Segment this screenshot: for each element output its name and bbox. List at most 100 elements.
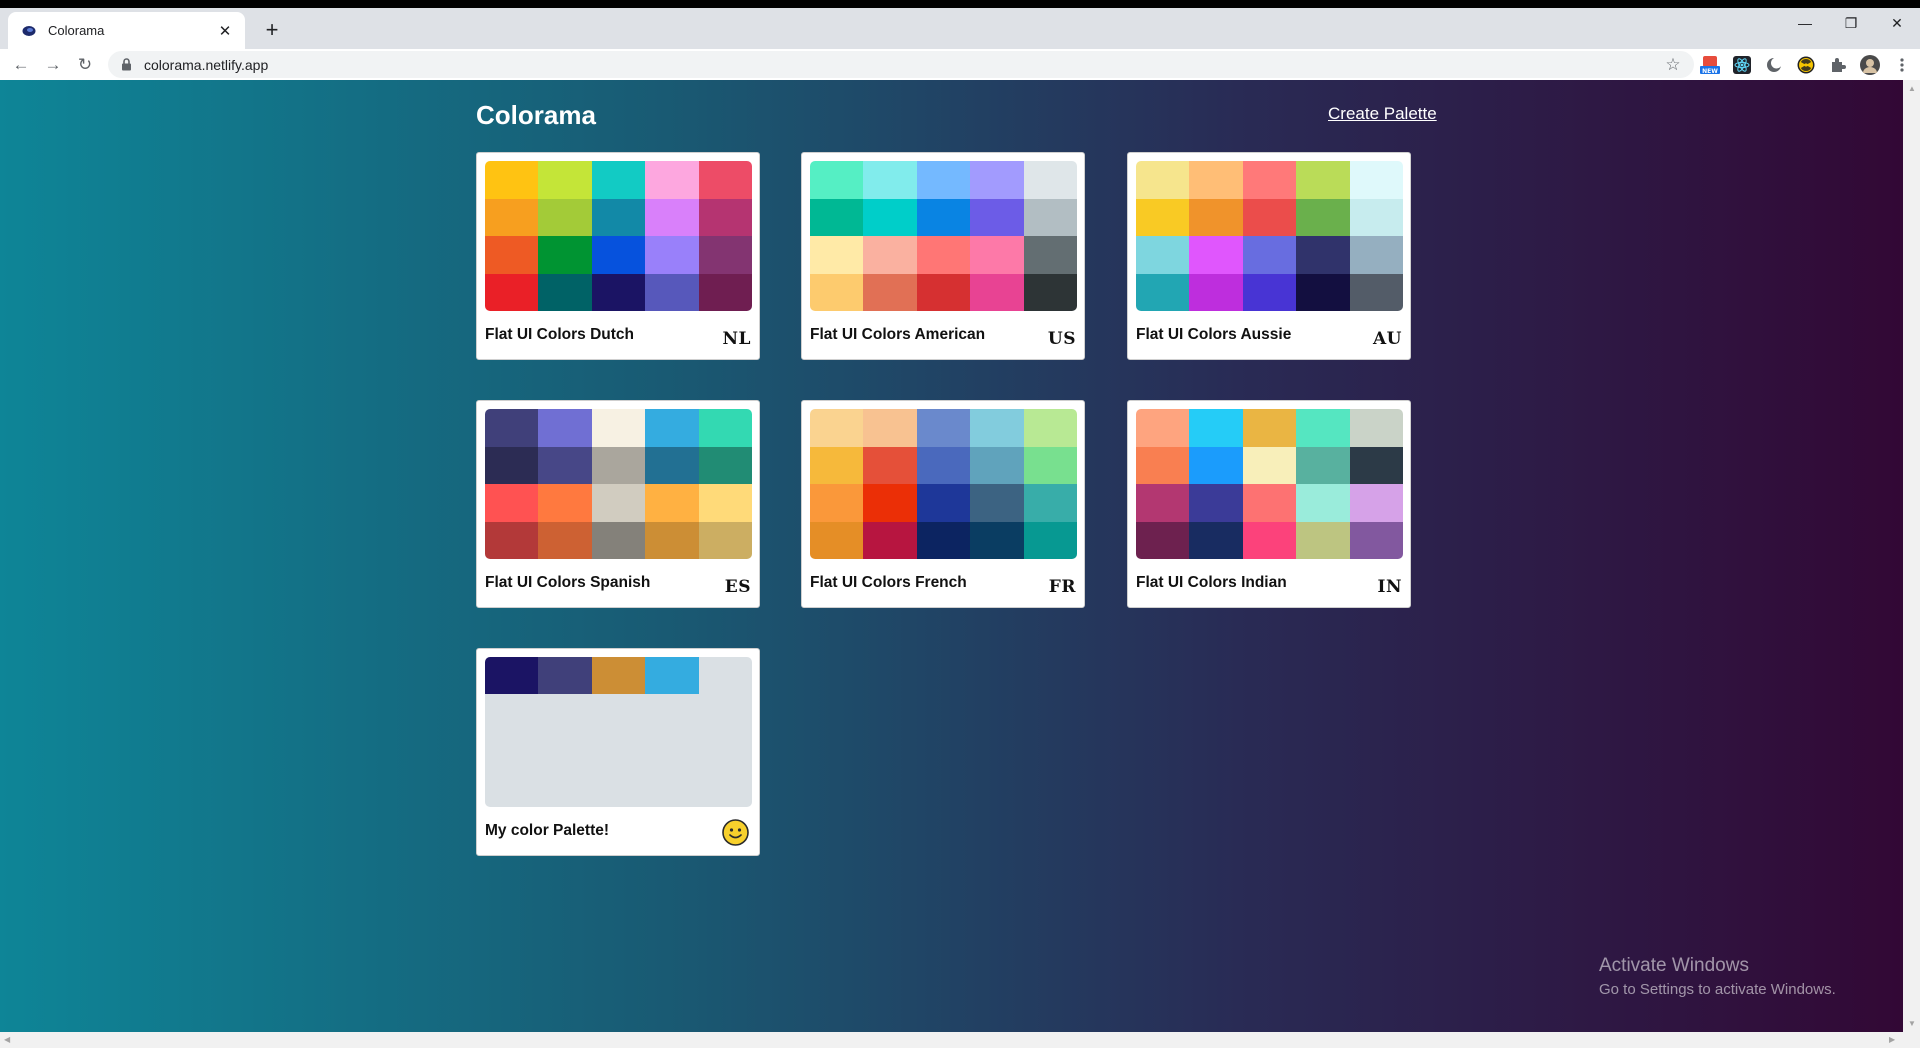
color-swatch: [1296, 236, 1350, 274]
color-swatch: [538, 409, 592, 447]
scroll-right-icon[interactable]: ▶: [1889, 1035, 1895, 1044]
dark-mode-icon[interactable]: [1763, 54, 1785, 76]
color-swatch: [1296, 273, 1350, 311]
country-code: IN: [1377, 577, 1402, 597]
color-swatch: [916, 198, 971, 236]
palette-name: Flat UI Colors Spanish: [485, 574, 651, 591]
puzzle-icon[interactable]: [1827, 54, 1849, 76]
color-swatch: [698, 236, 752, 274]
color-swatch: [1349, 161, 1403, 199]
color-swatch: [591, 198, 646, 236]
color-swatch: [810, 236, 864, 274]
color-swatch: [698, 446, 752, 484]
color-swatch: [1023, 236, 1077, 274]
profile-avatar[interactable]: [1859, 54, 1881, 76]
svg-text:NEW: NEW: [1702, 68, 1718, 75]
windows-activation-watermark: Activate Windows Go to Settings to activ…: [1599, 955, 1836, 998]
palette-card[interactable]: Flat UI Colors Indian IN: [1127, 400, 1411, 608]
close-window-button[interactable]: ✕: [1874, 8, 1920, 38]
palette-name: My color Palette!: [485, 822, 610, 839]
color-swatch: [863, 409, 917, 447]
color-swatch: [645, 198, 699, 236]
color-swatch: [1349, 273, 1403, 311]
color-swatch: [485, 273, 539, 311]
palette-card[interactable]: Flat UI Colors Spanish ES: [476, 400, 760, 608]
color-swatch: [591, 273, 646, 311]
color-swatch: [1136, 161, 1190, 199]
new-badge-icon[interactable]: NEW: [1699, 54, 1721, 76]
color-swatch: [591, 657, 646, 694]
color-swatch: [1189, 484, 1243, 522]
color-swatch: [1349, 484, 1403, 522]
color-swatch: [970, 236, 1024, 274]
color-swatch: [645, 521, 699, 559]
color-swatch: [1296, 446, 1350, 484]
vertical-scrollbar[interactable]: ▲ ▼: [1903, 80, 1920, 1032]
palette-card[interactable]: Flat UI Colors French FR: [801, 400, 1085, 608]
palette-card[interactable]: Flat UI Colors American US: [801, 152, 1085, 360]
radiation-icon[interactable]: [1795, 54, 1817, 76]
palette-name: Flat UI Colors American: [810, 326, 986, 343]
palette-name: Flat UI Colors French: [810, 574, 967, 591]
colorama-favicon-icon: [22, 23, 38, 39]
minimize-button[interactable]: —: [1782, 8, 1828, 38]
color-swatch: [538, 657, 592, 694]
color-swatch: [591, 484, 646, 522]
reload-button[interactable]: ↻: [72, 52, 98, 78]
color-swatch: [645, 161, 699, 199]
react-icon[interactable]: [1731, 54, 1753, 76]
lock-icon: [121, 58, 135, 72]
color-swatch: [698, 521, 752, 559]
bookmark-star-icon[interactable]: ☆: [1660, 52, 1686, 78]
color-swatch: [645, 409, 699, 447]
color-swatch: [1349, 409, 1403, 447]
scroll-up-icon[interactable]: ▲: [1908, 84, 1916, 93]
color-swatch: [1296, 484, 1350, 522]
color-swatch: [1023, 161, 1077, 199]
tab-close-icon[interactable]: ✕: [213, 19, 237, 43]
color-swatch: [810, 446, 864, 484]
color-swatch: [1242, 521, 1297, 559]
color-swatch: [645, 484, 699, 522]
forward-button[interactable]: →: [40, 52, 66, 78]
color-swatch: [698, 198, 752, 236]
palette-card[interactable]: My color Palette!: [476, 648, 760, 856]
palette-card[interactable]: Flat UI Colors Dutch NL: [476, 152, 760, 360]
color-swatch: [591, 161, 646, 199]
restore-button[interactable]: ❐: [1828, 8, 1874, 38]
palette-card[interactable]: Flat UI Colors Aussie AU: [1127, 152, 1411, 360]
address-bar[interactable]: colorama.netlify.app ☆: [108, 51, 1694, 78]
color-swatch: [1242, 484, 1297, 522]
color-swatch: [698, 161, 752, 199]
page-viewport: Colorama Create Palette Flat UI Colors D…: [0, 80, 1903, 1032]
country-code: NL: [722, 329, 751, 349]
color-swatch: [1242, 446, 1297, 484]
palette-swatches: [485, 657, 752, 807]
color-swatch: [485, 657, 539, 694]
palette-swatches: [1136, 161, 1403, 311]
color-swatch: [970, 484, 1024, 522]
palette-swatches: [810, 409, 1077, 559]
color-swatch: [485, 236, 539, 274]
color-swatch: [698, 484, 752, 522]
color-swatch: [538, 521, 592, 559]
tab-strip: Colorama ✕ + — ❐ ✕: [0, 8, 1920, 49]
color-swatch: [863, 273, 917, 311]
horizontal-scrollbar[interactable]: ◀ ▶: [0, 1032, 1920, 1048]
back-button[interactable]: ←: [8, 52, 34, 78]
color-swatch: [645, 657, 699, 694]
browser-tab[interactable]: Colorama ✕: [8, 12, 245, 49]
url-text: colorama.netlify.app: [144, 56, 269, 73]
color-swatch: [863, 161, 917, 199]
new-tab-button[interactable]: +: [258, 16, 286, 44]
palette-name: Flat UI Colors Aussie: [1136, 326, 1292, 343]
scroll-down-icon[interactable]: ▼: [1908, 1019, 1916, 1028]
color-swatch: [485, 198, 539, 236]
menu-icon[interactable]: [1891, 54, 1913, 76]
create-palette-link[interactable]: Create Palette: [1328, 104, 1437, 124]
color-swatch: [485, 484, 539, 522]
color-swatch: [970, 409, 1024, 447]
scroll-left-icon[interactable]: ◀: [4, 1035, 10, 1044]
color-swatch: [698, 273, 752, 311]
palette-swatches: [485, 409, 752, 559]
